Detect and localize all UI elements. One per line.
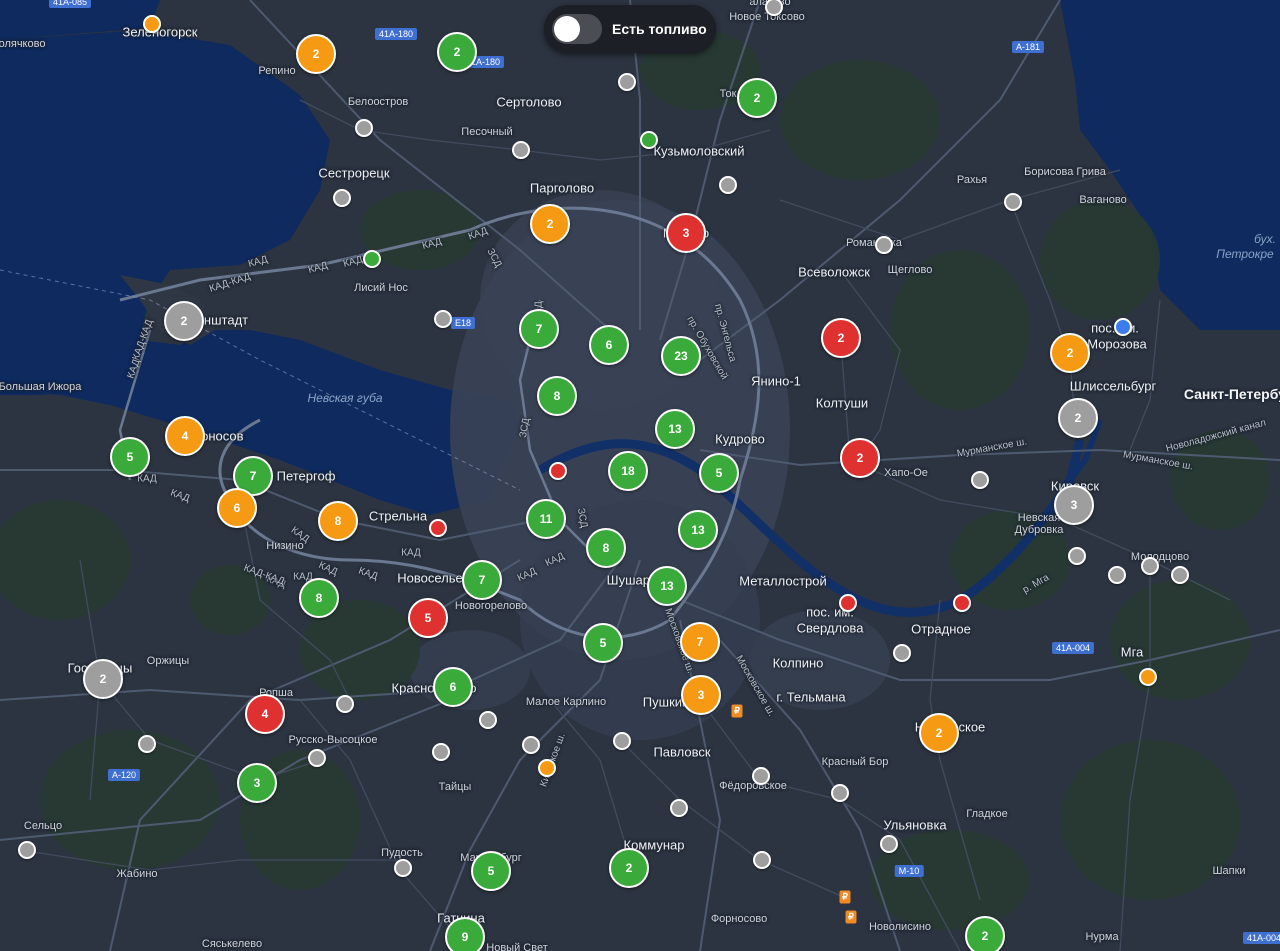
gas-station-marker[interactable] xyxy=(640,131,658,149)
station-cluster[interactable]: 4 xyxy=(245,694,285,734)
gas-station-marker[interactable] xyxy=(719,176,737,194)
station-cluster[interactable]: 5 xyxy=(471,851,511,891)
gas-station-marker[interactable] xyxy=(336,695,354,713)
station-cluster[interactable]: 13 xyxy=(655,409,695,449)
station-cluster[interactable]: 3 xyxy=(666,213,706,253)
ruble-icon: ₽ xyxy=(731,704,743,718)
ruble-icon: ₽ xyxy=(839,890,851,904)
station-cluster[interactable]: 3 xyxy=(237,763,277,803)
fuel-filter-toggle[interactable]: Есть топливо xyxy=(544,5,716,53)
gas-station-marker[interactable] xyxy=(429,519,447,537)
station-cluster[interactable]: 3 xyxy=(1054,485,1094,525)
station-cluster[interactable]: 6 xyxy=(217,488,257,528)
fuel-filter-label: Есть топливо xyxy=(612,21,707,37)
gas-station-marker[interactable] xyxy=(1108,566,1126,584)
gas-station-marker[interactable] xyxy=(753,851,771,869)
gas-station-marker[interactable] xyxy=(893,644,911,662)
gas-station-marker[interactable] xyxy=(18,841,36,859)
gas-station-marker[interactable] xyxy=(670,799,688,817)
road-number-shield: E18 xyxy=(450,317,476,329)
gas-station-marker[interactable] xyxy=(363,250,381,268)
map-view[interactable]: Невская губа бух. Петрокре КАД КАД КАД КАД-КАД… xyxy=(0,0,1280,951)
gas-station-marker[interactable] xyxy=(143,15,161,33)
gas-station-marker[interactable] xyxy=(522,736,540,754)
station-cluster[interactable]: 8 xyxy=(537,376,577,416)
station-cluster[interactable]: 5 xyxy=(408,598,448,638)
station-cluster[interactable]: 2 xyxy=(296,34,336,74)
station-cluster[interactable]: 2 xyxy=(530,204,570,244)
gas-station-marker[interactable] xyxy=(434,310,452,328)
road-number-shield: 41А-004 xyxy=(1051,642,1095,654)
station-cluster[interactable]: 8 xyxy=(318,501,358,541)
station-cluster[interactable]: 2 xyxy=(737,78,777,118)
station-cluster[interactable]: 2 xyxy=(1058,398,1098,438)
gas-station-marker[interactable] xyxy=(479,711,497,729)
gas-station-marker[interactable] xyxy=(875,236,893,254)
gas-station-marker[interactable] xyxy=(613,732,631,750)
station-cluster[interactable]: 4 xyxy=(165,416,205,456)
station-cluster[interactable]: 2 xyxy=(821,318,861,358)
gas-station-marker[interactable] xyxy=(512,141,530,159)
gas-station-marker[interactable] xyxy=(138,735,156,753)
gas-station-marker[interactable] xyxy=(549,462,567,480)
gas-station-marker[interactable] xyxy=(1171,566,1189,584)
station-cluster[interactable]: 9 xyxy=(445,917,485,951)
station-cluster[interactable]: 23 xyxy=(661,336,701,376)
station-cluster[interactable]: 5 xyxy=(583,623,623,663)
gas-station-marker[interactable] xyxy=(839,594,857,612)
station-cluster[interactable]: 8 xyxy=(299,578,339,618)
station-cluster[interactable]: 18 xyxy=(608,451,648,491)
station-cluster[interactable]: 6 xyxy=(589,325,629,365)
gas-station-marker[interactable] xyxy=(432,743,450,761)
gas-station-marker[interactable] xyxy=(831,784,849,802)
station-cluster[interactable]: 2 xyxy=(840,438,880,478)
station-cluster[interactable]: 6 xyxy=(433,667,473,707)
station-cluster[interactable]: 2 xyxy=(919,713,959,753)
road-number-shield: 41А-180 xyxy=(374,28,418,40)
station-cluster[interactable]: 5 xyxy=(110,437,150,477)
road-number-shield: 41А-085 xyxy=(48,0,92,8)
ruble-icon: ₽ xyxy=(845,910,857,924)
station-cluster[interactable]: 3 xyxy=(681,675,721,715)
gas-station-marker[interactable] xyxy=(971,471,989,489)
station-cluster[interactable]: 7 xyxy=(462,560,502,600)
station-cluster[interactable]: 7 xyxy=(519,309,559,349)
gas-station-marker[interactable] xyxy=(1114,318,1132,336)
station-cluster[interactable]: 2 xyxy=(965,916,1005,951)
toggle-knob xyxy=(554,16,580,42)
road-number-shield: 41А-004 xyxy=(1242,932,1280,944)
station-cluster[interactable]: 2 xyxy=(164,301,204,341)
station-cluster[interactable]: 13 xyxy=(678,510,718,550)
gas-station-marker[interactable] xyxy=(333,189,351,207)
gas-station-marker[interactable] xyxy=(1068,547,1086,565)
station-cluster[interactable]: 5 xyxy=(699,453,739,493)
gas-station-marker[interactable] xyxy=(355,119,373,137)
gas-station-marker[interactable] xyxy=(953,594,971,612)
station-cluster[interactable]: 2 xyxy=(83,659,123,699)
station-cluster[interactable]: 2 xyxy=(1050,333,1090,373)
station-cluster[interactable]: 7 xyxy=(680,622,720,662)
station-cluster[interactable]: 11 xyxy=(526,499,566,539)
station-cluster[interactable]: 2 xyxy=(609,848,649,888)
gas-station-marker[interactable] xyxy=(618,73,636,91)
gas-station-marker[interactable] xyxy=(1141,557,1159,575)
gas-station-marker[interactable] xyxy=(880,835,898,853)
station-cluster[interactable]: 8 xyxy=(586,528,626,568)
road-number-shield: М-10 xyxy=(894,865,924,877)
station-cluster[interactable]: 13 xyxy=(647,566,687,606)
station-cluster[interactable]: 2 xyxy=(437,32,477,72)
gas-station-marker[interactable] xyxy=(1004,193,1022,211)
gas-station-marker[interactable] xyxy=(308,749,326,767)
road-number-shield: А-181 xyxy=(1011,41,1045,53)
gas-station-marker[interactable] xyxy=(394,859,412,877)
gas-station-marker[interactable] xyxy=(1139,668,1157,686)
gas-station-marker[interactable] xyxy=(752,767,770,785)
gas-station-marker[interactable] xyxy=(538,759,556,777)
toggle-switch[interactable] xyxy=(552,14,602,44)
road-number-shield: А-120 xyxy=(107,769,141,781)
